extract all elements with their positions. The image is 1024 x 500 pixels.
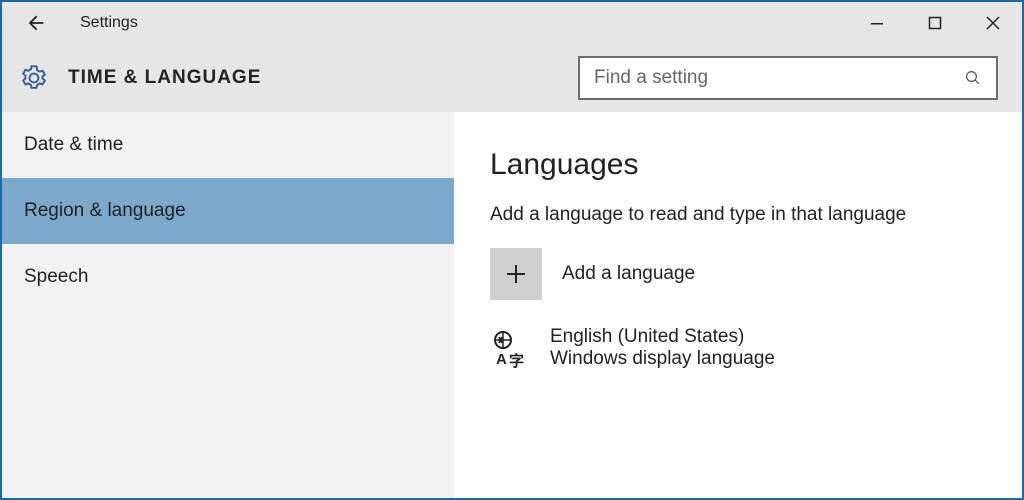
search-input[interactable] bbox=[594, 67, 954, 89]
language-entry[interactable]: A 字 English (United States) Windows disp… bbox=[490, 326, 992, 370]
sidebar-item-region-language[interactable]: Region & language bbox=[2, 178, 454, 244]
window-controls bbox=[848, 2, 1022, 44]
maximize-icon bbox=[928, 16, 942, 30]
plus-box bbox=[490, 248, 542, 300]
content-heading: Languages bbox=[490, 148, 992, 182]
section-title: TIME & LANGUAGE bbox=[68, 67, 261, 89]
sidebar-item-date-time[interactable]: Date & time bbox=[2, 112, 454, 178]
back-button[interactable] bbox=[24, 11, 48, 35]
sidebar-item-speech[interactable]: Speech bbox=[2, 244, 454, 310]
minimize-icon bbox=[870, 16, 884, 30]
header: TIME & LANGUAGE bbox=[2, 44, 1022, 112]
arrow-left-icon bbox=[25, 12, 47, 34]
close-button[interactable] bbox=[964, 2, 1022, 44]
content: Languages Add a language to read and typ… bbox=[454, 112, 1022, 498]
add-language-label: Add a language bbox=[562, 263, 695, 285]
content-subtext: Add a language to read and type in that … bbox=[490, 204, 992, 226]
header-left: TIME & LANGUAGE bbox=[20, 64, 261, 92]
minimize-button[interactable] bbox=[848, 2, 906, 44]
language-detail: Windows display language bbox=[550, 348, 775, 370]
svg-text:字: 字 bbox=[509, 352, 524, 368]
titlebar-left: Settings bbox=[24, 11, 138, 35]
language-text: English (United States) Windows display … bbox=[550, 326, 775, 370]
sidebar-item-label: Speech bbox=[24, 266, 88, 288]
sidebar-item-label: Region & language bbox=[24, 200, 186, 222]
sidebar-item-label: Date & time bbox=[24, 134, 123, 156]
add-language-button[interactable]: Add a language bbox=[490, 248, 992, 300]
maximize-button[interactable] bbox=[906, 2, 964, 44]
sidebar: Date & time Region & language Speech bbox=[2, 112, 454, 498]
language-name: English (United States) bbox=[550, 326, 775, 348]
settings-window: Settings bbox=[0, 0, 1024, 500]
body: Date & time Region & language Speech Lan… bbox=[2, 112, 1022, 498]
svg-text:A: A bbox=[496, 351, 507, 368]
search-box[interactable] bbox=[578, 56, 998, 100]
window-title: Settings bbox=[80, 14, 138, 32]
titlebar: Settings bbox=[2, 2, 1022, 44]
close-icon bbox=[986, 16, 1000, 30]
language-pack-icon: A 字 bbox=[490, 328, 530, 368]
search-icon bbox=[964, 69, 982, 87]
gear-icon bbox=[20, 64, 48, 92]
plus-icon bbox=[504, 262, 528, 286]
